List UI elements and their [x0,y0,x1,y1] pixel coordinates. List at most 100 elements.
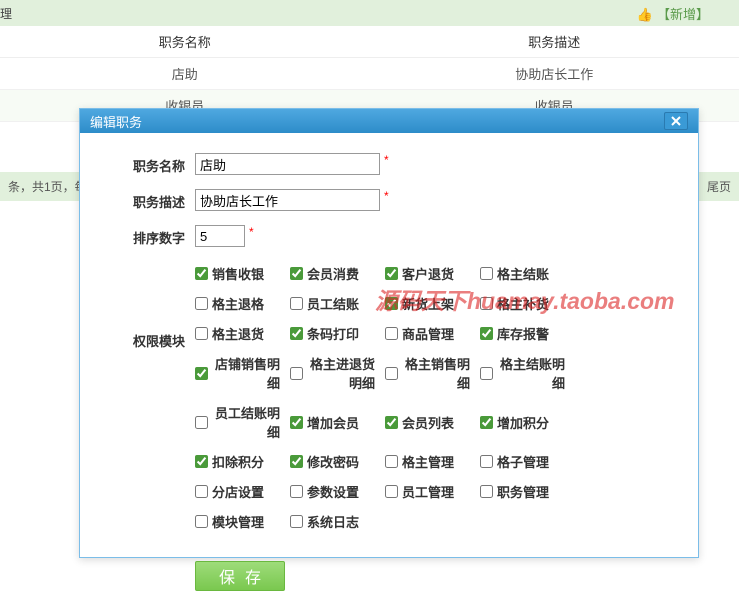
perm-item[interactable]: 店铺销售明细 [195,351,290,392]
perm-label: 增加会员 [307,413,359,432]
row-perm: 权限模块 销售收银会员消费客户退货 格主结账格主退格员工结账新货上架格主补货格主退… [100,261,678,539]
perm-item[interactable]: 新货上架 [385,291,480,313]
save-button[interactable]: 保存 [195,561,285,591]
perm-item[interactable]: 会员消费 [290,261,385,283]
table-row[interactable]: 店助 协助店长工作 [0,58,739,90]
perm-checkbox[interactable] [480,367,493,380]
perm-item[interactable]: 扣除积分 [195,449,290,471]
perm-label: 分店设置 [212,482,264,501]
perm-item[interactable]: 职务管理 [480,479,575,501]
close-icon[interactable] [664,112,688,130]
row-desc: 职务描述 * [100,189,678,211]
perm-checkbox[interactable] [480,455,493,468]
perm-checkbox[interactable] [385,297,398,310]
perm-label: 扣除积分 [212,452,264,471]
perm-checkbox[interactable] [195,267,208,280]
table-header: 职务名称 职务描述 [0,26,739,58]
perm-checkbox[interactable] [290,267,303,280]
dialog-title-text: 编辑职务 [90,112,142,131]
perm-item[interactable]: 格主退格 [195,291,290,313]
dialog-titlebar[interactable]: 编辑职务 [80,109,698,133]
perm-checkbox[interactable] [480,485,493,498]
perm-label: 系统日志 [307,512,359,531]
pager-last[interactable]: 尾页 [707,178,731,195]
perm-checkbox[interactable] [385,367,398,380]
perm-checkbox[interactable] [195,327,208,340]
perm-item[interactable]: 系统日志 [290,509,385,531]
perm-checkbox[interactable] [290,515,303,528]
perm-item[interactable]: 格子管理 [480,449,575,471]
perm-label: 条码打印 [307,324,359,343]
perm-label: 职务管理 [497,482,549,501]
label-name: 职务名称 [100,153,195,175]
perm-item[interactable]: 增加会员 [290,400,385,441]
perm-item[interactable]: 员工管理 [385,479,480,501]
perm-item[interactable]: 格主销售明细 [385,351,480,392]
perm-checkbox[interactable] [385,267,398,280]
row-sort: 排序数字 * [100,225,678,247]
perm-checkbox[interactable] [290,327,303,340]
perm-checkbox[interactable] [385,455,398,468]
permission-grid: 销售收银会员消费客户退货 格主结账格主退格员工结账新货上架格主补货格主退货条码打印… [195,261,605,539]
perm-item[interactable]: 商品管理 [385,321,480,343]
perm-item[interactable]: 客户退货 [385,261,480,283]
thumb-icon: 👍 [637,7,653,22]
perm-item[interactable]: 库存报警 [480,321,575,343]
perm-item[interactable]: 销售收银 [195,261,290,283]
perm-checkbox[interactable] [195,515,208,528]
perm-item[interactable]: 修改密码 [290,449,385,471]
input-name[interactable] [195,153,380,175]
perm-item[interactable]: 会员列表 [385,400,480,441]
edit-role-dialog: 编辑职务 职务名称 * 职务描述 * 排序数字 * 权限模块 销售收银会员消费客… [79,108,699,558]
perm-label: 格子管理 [497,452,549,471]
required-mark: * [384,153,389,167]
perm-item[interactable]: 格主结账明细 [480,351,575,392]
add-link[interactable]: 👍【新增】 [637,4,709,23]
perm-item[interactable]: 分店设置 [195,479,290,501]
input-sort[interactable] [195,225,245,247]
perm-checkbox[interactable] [480,267,493,280]
perm-checkbox[interactable] [195,367,208,380]
perm-item[interactable]: 格主结账 [480,261,575,283]
perm-label: 模块管理 [212,512,264,531]
page-header: 理 👍【新增】 [0,0,739,26]
label-perm: 权限模块 [100,261,195,350]
perm-checkbox[interactable] [290,455,303,468]
perm-label: 员工管理 [402,482,454,501]
row-name: 职务名称 * [100,153,678,175]
perm-checkbox[interactable] [480,327,493,340]
perm-checkbox[interactable] [385,327,398,340]
input-desc[interactable] [195,189,380,211]
perm-checkbox[interactable] [480,416,493,429]
perm-checkbox[interactable] [195,297,208,310]
perm-checkbox[interactable] [290,297,303,310]
perm-label: 店铺销售明细 [212,354,280,392]
perm-checkbox[interactable] [480,297,493,310]
perm-checkbox[interactable] [195,485,208,498]
perm-item[interactable]: 增加积分 [480,400,575,441]
perm-item[interactable]: 条码打印 [290,321,385,343]
perm-checkbox[interactable] [290,485,303,498]
perm-label: 格主补货 [497,294,549,313]
perm-checkbox[interactable] [195,455,208,468]
perm-checkbox[interactable] [195,416,208,429]
perm-label: 员工结账明细 [212,403,280,441]
perm-label: 客户退货 [402,264,454,283]
perm-label: 修改密码 [307,452,359,471]
perm-item[interactable]: 格主退货 [195,321,290,343]
perm-item[interactable]: 员工结账明细 [195,400,290,441]
perm-item[interactable]: 员工结账 [290,291,385,313]
perm-checkbox[interactable] [385,416,398,429]
perm-checkbox[interactable] [385,485,398,498]
perm-label: 商品管理 [402,324,454,343]
perm-checkbox[interactable] [290,367,303,380]
perm-checkbox[interactable] [290,416,303,429]
perm-label: 格主管理 [402,452,454,471]
perm-item[interactable]: 格主进退货明细 [290,351,385,392]
pager-info: 条，共1页，每 [8,178,87,195]
perm-item[interactable]: 格主管理 [385,449,480,471]
perm-item[interactable]: 参数设置 [290,479,385,501]
perm-item[interactable]: 模块管理 [195,509,290,531]
col-desc: 职务描述 [370,26,739,57]
perm-item[interactable]: 格主补货 [480,291,575,313]
